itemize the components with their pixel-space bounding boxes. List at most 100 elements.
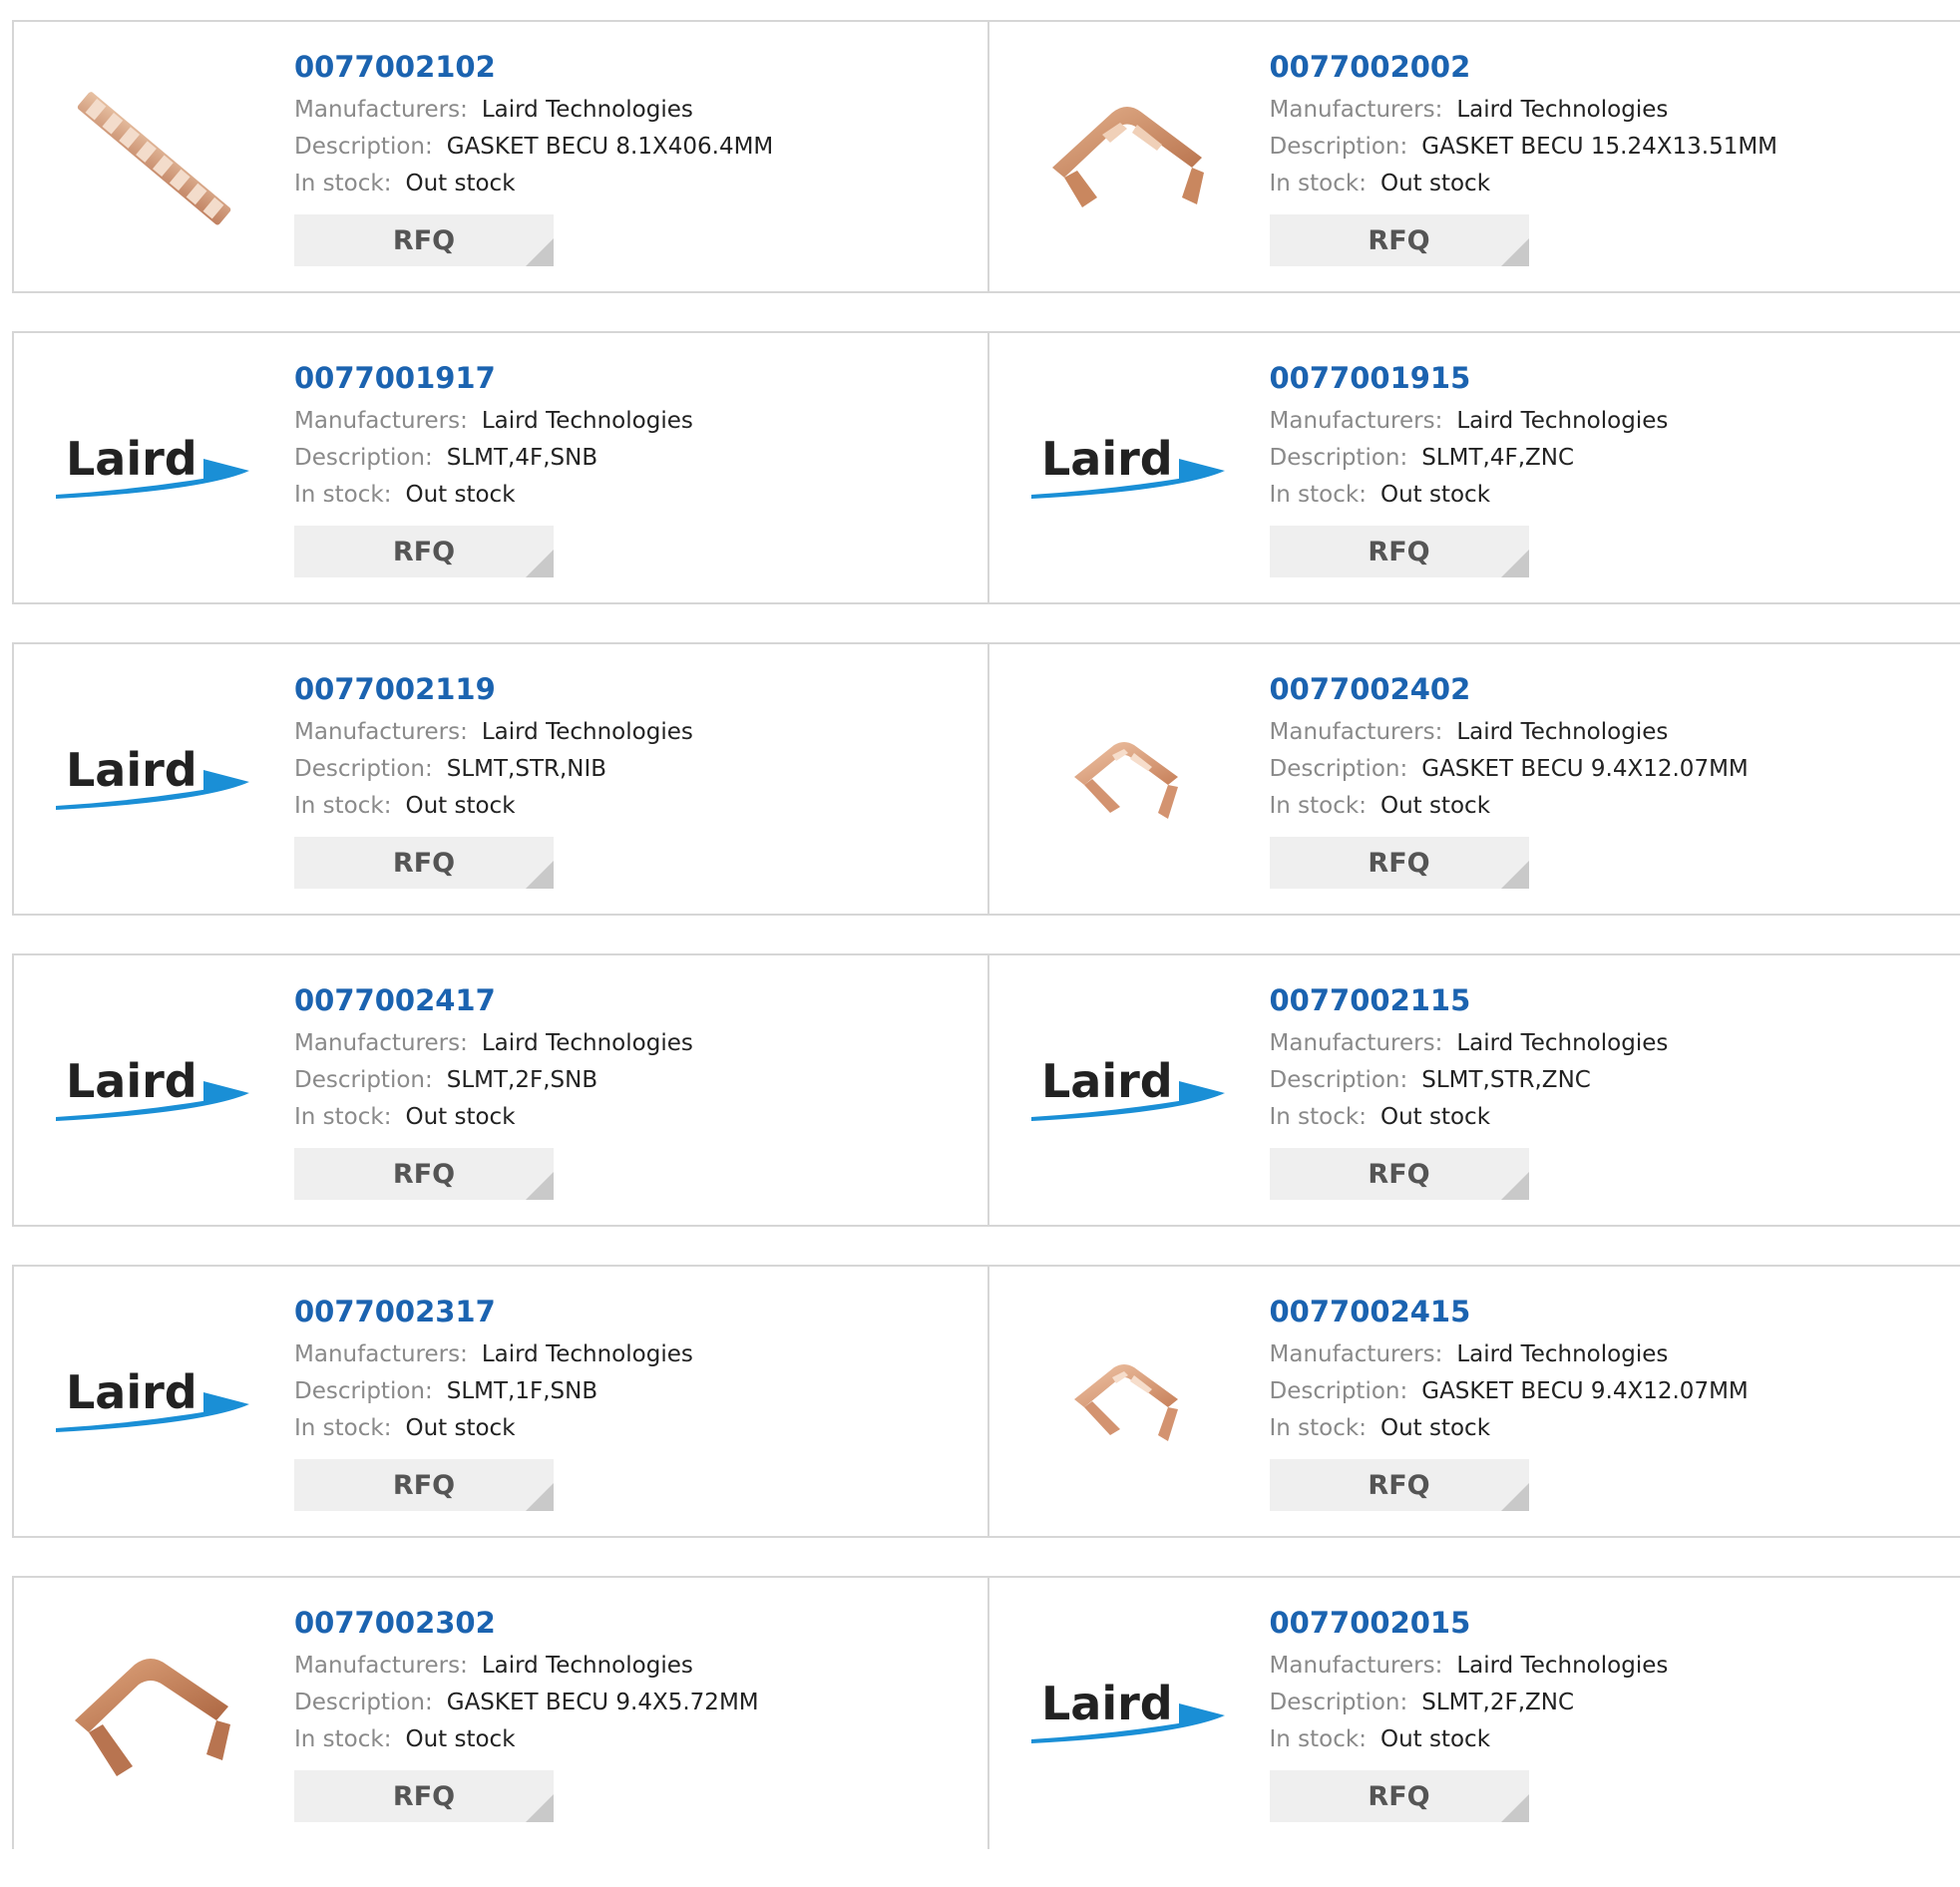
gasket-small-clip-image[interactable] bbox=[1029, 1305, 1225, 1500]
product-info: 0077002015 Manufacturers:Laird Technolog… bbox=[1270, 1602, 1669, 1822]
manufacturer-line: Manufacturers:Laird Technologies bbox=[294, 714, 693, 751]
laird-logo[interactable]: Laird bbox=[54, 371, 249, 566]
description-value: SLMT,STR,ZNC bbox=[1421, 1067, 1591, 1093]
stock-value: Out stock bbox=[405, 171, 515, 196]
description-label: Description: bbox=[1270, 756, 1408, 782]
product-card: Laird 0077001915 Manufacturers:Laird Tec… bbox=[987, 333, 1960, 602]
rfq-button[interactable]: RFQ bbox=[294, 837, 554, 889]
stock-line: In stock:Out stock bbox=[294, 1721, 759, 1758]
description-value: GASKET BECU 9.4X12.07MM bbox=[1421, 1378, 1749, 1404]
laird-logo-text: Laird bbox=[66, 1365, 197, 1419]
rfq-button[interactable]: RFQ bbox=[1270, 214, 1529, 266]
laird-logo[interactable]: Laird bbox=[1029, 371, 1225, 566]
product-card: Laird 0077001917 Manufacturers:Laird Tec… bbox=[14, 333, 987, 602]
part-number-link[interactable]: 0077002015 bbox=[1270, 1602, 1669, 1644]
rfq-button[interactable]: RFQ bbox=[1270, 1770, 1529, 1822]
product-card: 0077002302 Manufacturers:Laird Technolog… bbox=[14, 1578, 987, 1849]
description-line: Description:SLMT,4F,SNB bbox=[294, 440, 693, 477]
rfq-button[interactable]: RFQ bbox=[1270, 1148, 1529, 1200]
manufacturer-value: Laird Technologies bbox=[1456, 97, 1668, 123]
gasket-clip-image[interactable] bbox=[1029, 60, 1225, 255]
manufacturers-label: Manufacturers: bbox=[1270, 408, 1443, 434]
rfq-button[interactable]: RFQ bbox=[294, 1770, 554, 1822]
manufacturer-line: Manufacturers:Laird Technologies bbox=[294, 403, 693, 440]
rfq-button[interactable]: RFQ bbox=[294, 526, 554, 577]
manufacturers-label: Manufacturers: bbox=[1270, 1341, 1443, 1367]
manufacturers-label: Manufacturers: bbox=[294, 719, 468, 745]
rfq-button[interactable]: RFQ bbox=[294, 214, 554, 266]
stock-line: In stock: Out stock bbox=[294, 477, 693, 514]
in-stock-label: In stock: bbox=[294, 482, 391, 508]
in-stock-label: In stock: bbox=[294, 171, 391, 196]
product-card: Laird 0077002119 Manufacturers:Laird Tec… bbox=[14, 644, 987, 914]
manufacturer-value: Laird Technologies bbox=[482, 1341, 693, 1367]
laird-logo-text: Laird bbox=[66, 432, 197, 486]
part-number-link[interactable]: 0077002415 bbox=[1270, 1291, 1749, 1332]
part-number-link[interactable]: 0077002115 bbox=[1270, 979, 1669, 1021]
stock-value: Out stock bbox=[405, 1104, 515, 1130]
part-number-link[interactable]: 0077002402 bbox=[1270, 668, 1749, 710]
rfq-button[interactable]: RFQ bbox=[294, 1148, 554, 1200]
rfq-button[interactable]: RFQ bbox=[1270, 1459, 1529, 1511]
part-number-link[interactable]: 0077002002 bbox=[1270, 46, 1778, 88]
stock-value: Out stock bbox=[405, 793, 515, 819]
description-label: Description: bbox=[294, 1067, 433, 1093]
gasket-small-clip-image[interactable] bbox=[1029, 682, 1225, 878]
rfq-button[interactable]: RFQ bbox=[1270, 526, 1529, 577]
laird-logo-text: Laird bbox=[1041, 1677, 1173, 1730]
rfq-button[interactable]: RFQ bbox=[1270, 837, 1529, 889]
description-label: Description: bbox=[1270, 1067, 1408, 1093]
manufacturer-value: Laird Technologies bbox=[1456, 719, 1668, 745]
manufacturer-value: Laird Technologies bbox=[1456, 1030, 1668, 1056]
part-number-link[interactable]: 0077001917 bbox=[294, 357, 693, 399]
product-card: 0077002002 Manufacturers: Laird Technolog… bbox=[987, 22, 1960, 291]
manufacturer-line: Manufacturers:Laird Technologies bbox=[1270, 1025, 1669, 1062]
manufacturer-value: Laird Technologies bbox=[482, 1653, 693, 1679]
description-line: Description:GASKET BECU 9.4X5.72MM bbox=[294, 1685, 759, 1721]
in-stock-label: In stock: bbox=[1270, 482, 1367, 508]
stock-line: In stock: Out stock bbox=[294, 166, 773, 202]
product-info: 0077002317 Manufacturers:Laird Technolog… bbox=[294, 1291, 693, 1511]
description-label: Description: bbox=[1270, 445, 1408, 471]
in-stock-label: In stock: bbox=[1270, 1415, 1367, 1441]
product-info: 0077002415 Manufacturers:Laird Technolog… bbox=[1270, 1291, 1749, 1511]
laird-logo[interactable]: Laird bbox=[54, 682, 249, 878]
stock-line: In stock: Out stock bbox=[1270, 477, 1669, 514]
manufacturer-line: Manufacturers: Laird Technologies bbox=[1270, 714, 1749, 751]
part-number-link[interactable]: 0077001915 bbox=[1270, 357, 1669, 399]
description-label: Description: bbox=[294, 134, 433, 160]
description-label: Description: bbox=[294, 756, 433, 782]
part-number-link[interactable]: 0077002417 bbox=[294, 979, 693, 1021]
product-info: 0077002417 Manufacturers:Laird Technolog… bbox=[294, 979, 693, 1200]
laird-logo[interactable]: Laird bbox=[54, 993, 249, 1189]
product-row: Laird 0077002119 Manufacturers: Laird Tec… bbox=[12, 642, 1960, 916]
stock-line: In stock:Out stock bbox=[1270, 788, 1749, 825]
description-value: GASKET BECU 9.4X5.72MM bbox=[447, 1690, 759, 1715]
part-number-link[interactable]: 0077002102 bbox=[294, 46, 773, 88]
stock-value: Out stock bbox=[1380, 482, 1490, 508]
laird-logo[interactable]: Laird bbox=[54, 1305, 249, 1500]
description-label: Description: bbox=[294, 1378, 433, 1404]
description-value: SLMT,2F,SNB bbox=[447, 1067, 597, 1093]
part-number-link[interactable]: 0077002317 bbox=[294, 1291, 693, 1332]
rfq-button[interactable]: RFQ bbox=[294, 1459, 554, 1511]
in-stock-label: In stock: bbox=[294, 1104, 391, 1130]
manufacturers-label: Manufacturers: bbox=[1270, 97, 1443, 123]
product-card: Laird 0077002115 Manufacturers:Laird Tec… bbox=[987, 955, 1960, 1225]
in-stock-label: In stock: bbox=[1270, 1104, 1367, 1130]
description-value: SLMT,1F,SNB bbox=[447, 1378, 597, 1404]
part-number-link[interactable]: 0077002302 bbox=[294, 1602, 759, 1644]
product-row: Laird 0077002417 Manufacturers:Laird Tec… bbox=[12, 953, 1960, 1227]
laird-logo-text: Laird bbox=[1041, 1054, 1173, 1108]
laird-logo[interactable]: Laird bbox=[1029, 993, 1225, 1189]
part-number-link[interactable]: 0077002119 bbox=[294, 668, 693, 710]
manufacturers-label: Manufacturers: bbox=[1270, 719, 1443, 745]
gasket-strip-image[interactable] bbox=[54, 60, 249, 255]
gasket-wide-clip-image[interactable] bbox=[54, 1616, 249, 1811]
stock-value: Out stock bbox=[405, 482, 515, 508]
stock-value: Out stock bbox=[1380, 1415, 1490, 1441]
description-line: Description: SLMT,1F,SNB bbox=[294, 1373, 693, 1410]
description-label: Description: bbox=[1270, 1690, 1408, 1715]
laird-logo[interactable]: Laird bbox=[1029, 1616, 1225, 1811]
description-label: Description: bbox=[1270, 1378, 1408, 1404]
